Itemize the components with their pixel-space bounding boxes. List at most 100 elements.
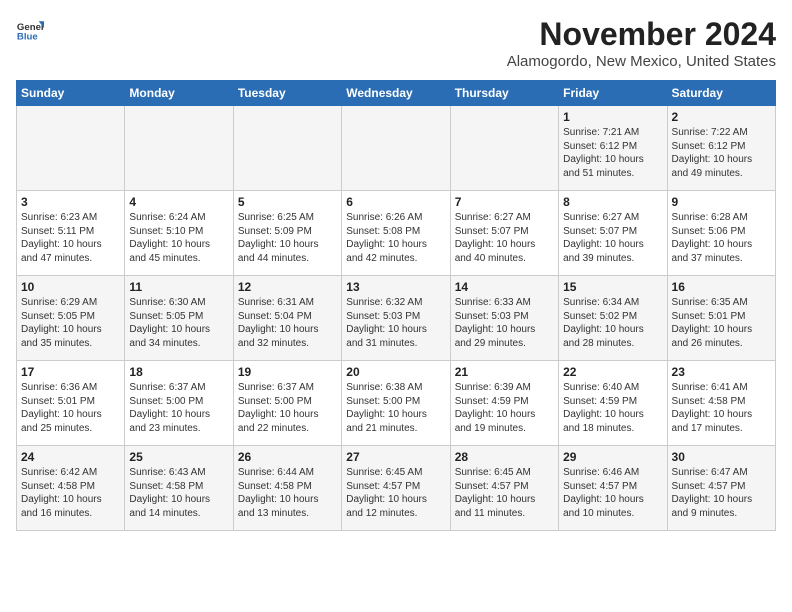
calendar-cell (233, 106, 341, 191)
day-info: Sunrise: 6:47 AM Sunset: 4:57 PM Dayligh… (672, 466, 771, 520)
calendar-cell: 30Sunrise: 6:47 AM Sunset: 4:57 PM Dayli… (667, 446, 775, 531)
day-number: 10 (21, 280, 120, 294)
day-info: Sunrise: 6:41 AM Sunset: 4:58 PM Dayligh… (672, 381, 771, 435)
calendar-cell: 18Sunrise: 6:37 AM Sunset: 5:00 PM Dayli… (125, 361, 233, 446)
calendar-cell: 16 Sunrise: 6:35 AM Sunset: 5:01 PM Dayli… (667, 276, 775, 361)
calendar-body: 1 Sunrise: 7:21 AM Sunset: 6:12 PM Daylig… (17, 106, 776, 531)
day-number: 14 (455, 280, 554, 294)
calendar-cell: 21 Sunrise: 6:39 AM Sunset: 4:59 PM Dayli… (450, 361, 558, 446)
day-info: Sunrise: 6:44 AM Sunset: 4:58 PM Dayligh… (238, 466, 337, 520)
header-row: SundayMondayTuesdayWednesdayThursdayFrid… (17, 81, 776, 106)
calendar-week-row: 24 Sunrise: 6:42 AM Sunset: 4:58 PM Dayli… (17, 446, 776, 531)
title-section: November 2024 Alamogordo, New Mexico, Un… (507, 16, 776, 70)
calendar-table: SundayMondayTuesdayWednesdayThursdayFrid… (16, 80, 776, 531)
calendar-cell: 8Sunrise: 6:27 AM Sunset: 5:07 PM Daylig… (559, 191, 667, 276)
day-info: Sunrise: 6:39 AM Sunset: 4:59 PM Dayligh… (455, 381, 554, 435)
general-blue-icon: General Blue (16, 16, 44, 44)
calendar-cell: 7 Sunrise: 6:27 AM Sunset: 5:07 PM Daylig… (450, 191, 558, 276)
day-number: 20 (346, 365, 445, 379)
day-number: 22 (563, 365, 662, 379)
day-number: 16 (672, 280, 771, 294)
calendar-cell: 11Sunrise: 6:30 AM Sunset: 5:05 PM Dayli… (125, 276, 233, 361)
day-of-week-header: Friday (559, 81, 667, 106)
day-number: 24 (21, 450, 120, 464)
day-info: Sunrise: 7:21 AM Sunset: 6:12 PM Dayligh… (563, 126, 662, 180)
calendar-cell: 20Sunrise: 6:38 AM Sunset: 5:00 PM Dayli… (342, 361, 450, 446)
day-of-week-header: Sunday (17, 81, 125, 106)
day-number: 26 (238, 450, 337, 464)
day-info: Sunrise: 6:32 AM Sunset: 5:03 PM Dayligh… (346, 296, 445, 350)
calendar-cell (125, 106, 233, 191)
day-info: Sunrise: 6:24 AM Sunset: 5:10 PM Dayligh… (129, 211, 228, 265)
day-info: Sunrise: 6:34 AM Sunset: 5:02 PM Dayligh… (563, 296, 662, 350)
day-number: 25 (129, 450, 228, 464)
calendar-cell: 19 Sunrise: 6:37 AM Sunset: 5:00 PM Dayli… (233, 361, 341, 446)
location-subtitle: Alamogordo, New Mexico, United States (507, 53, 776, 70)
day-number: 11 (129, 280, 228, 294)
day-info: Sunrise: 6:33 AM Sunset: 5:03 PM Dayligh… (455, 296, 554, 350)
day-number: 13 (346, 280, 445, 294)
day-info: Sunrise: 6:25 AM Sunset: 5:09 PM Dayligh… (238, 211, 337, 265)
day-info: Sunrise: 6:31 AM Sunset: 5:04 PM Dayligh… (238, 296, 337, 350)
day-of-week-header: Tuesday (233, 81, 341, 106)
day-info: Sunrise: 6:40 AM Sunset: 4:59 PM Dayligh… (563, 381, 662, 435)
day-number: 6 (346, 195, 445, 209)
day-info: Sunrise: 6:37 AM Sunset: 5:00 PM Dayligh… (238, 381, 337, 435)
calendar-cell: 12Sunrise: 6:31 AM Sunset: 5:04 PM Dayli… (233, 276, 341, 361)
day-number: 21 (455, 365, 554, 379)
calendar-cell: 14 Sunrise: 6:33 AM Sunset: 5:03 PM Dayli… (450, 276, 558, 361)
day-number: 3 (21, 195, 120, 209)
day-number: 1 (563, 110, 662, 124)
day-number: 23 (672, 365, 771, 379)
day-number: 4 (129, 195, 228, 209)
day-info: Sunrise: 6:45 AM Sunset: 4:57 PM Dayligh… (346, 466, 445, 520)
day-number: 9 (672, 195, 771, 209)
calendar-cell: 6 Sunrise: 6:26 AM Sunset: 5:08 PM Daylig… (342, 191, 450, 276)
calendar-cell: 25Sunrise: 6:43 AM Sunset: 4:58 PM Dayli… (125, 446, 233, 531)
day-of-week-header: Saturday (667, 81, 775, 106)
calendar-cell: 27 Sunrise: 6:45 AM Sunset: 4:57 PM Dayli… (342, 446, 450, 531)
day-of-week-header: Wednesday (342, 81, 450, 106)
day-info: Sunrise: 6:35 AM Sunset: 5:01 PM Dayligh… (672, 296, 771, 350)
day-info: Sunrise: 6:42 AM Sunset: 4:58 PM Dayligh… (21, 466, 120, 520)
calendar-cell: 17 Sunrise: 6:36 AM Sunset: 5:01 PM Dayli… (17, 361, 125, 446)
day-number: 17 (21, 365, 120, 379)
day-info: Sunrise: 6:46 AM Sunset: 4:57 PM Dayligh… (563, 466, 662, 520)
day-info: Sunrise: 6:36 AM Sunset: 5:01 PM Dayligh… (21, 381, 120, 435)
day-number: 19 (238, 365, 337, 379)
day-info: Sunrise: 6:28 AM Sunset: 5:06 PM Dayligh… (672, 211, 771, 265)
calendar-week-row: 1 Sunrise: 7:21 AM Sunset: 6:12 PM Daylig… (17, 106, 776, 191)
calendar-cell: 9 Sunrise: 6:28 AM Sunset: 5:06 PM Daylig… (667, 191, 775, 276)
calendar-cell: 15 Sunrise: 6:34 AM Sunset: 5:02 PM Dayli… (559, 276, 667, 361)
page-header: General Blue November 2024 Alamogordo, N… (16, 16, 776, 70)
day-info: Sunrise: 6:37 AM Sunset: 5:00 PM Dayligh… (129, 381, 228, 435)
calendar-cell: 1 Sunrise: 7:21 AM Sunset: 6:12 PM Daylig… (559, 106, 667, 191)
calendar-cell: 26 Sunrise: 6:44 AM Sunset: 4:58 PM Dayli… (233, 446, 341, 531)
calendar-week-row: 3 Sunrise: 6:23 AM Sunset: 5:11 PM Daylig… (17, 191, 776, 276)
day-info: Sunrise: 6:26 AM Sunset: 5:08 PM Dayligh… (346, 211, 445, 265)
calendar-cell: 22 Sunrise: 6:40 AM Sunset: 4:59 PM Dayli… (559, 361, 667, 446)
calendar-cell: 29 Sunrise: 6:46 AM Sunset: 4:57 PM Dayli… (559, 446, 667, 531)
calendar-week-row: 17 Sunrise: 6:36 AM Sunset: 5:01 PM Dayli… (17, 361, 776, 446)
day-info: Sunrise: 6:27 AM Sunset: 5:07 PM Dayligh… (455, 211, 554, 265)
day-number: 29 (563, 450, 662, 464)
svg-text:Blue: Blue (17, 32, 38, 43)
day-info: Sunrise: 6:29 AM Sunset: 5:05 PM Dayligh… (21, 296, 120, 350)
day-info: Sunrise: 6:45 AM Sunset: 4:57 PM Dayligh… (455, 466, 554, 520)
calendar-header: SundayMondayTuesdayWednesdayThursdayFrid… (17, 81, 776, 106)
calendar-cell: 5Sunrise: 6:25 AM Sunset: 5:09 PM Daylig… (233, 191, 341, 276)
day-of-week-header: Thursday (450, 81, 558, 106)
day-number: 27 (346, 450, 445, 464)
day-number: 8 (563, 195, 662, 209)
calendar-cell (17, 106, 125, 191)
calendar-cell (342, 106, 450, 191)
calendar-cell: 23 Sunrise: 6:41 AM Sunset: 4:58 PM Dayli… (667, 361, 775, 446)
day-number: 2 (672, 110, 771, 124)
month-title: November 2024 (507, 16, 776, 53)
day-number: 15 (563, 280, 662, 294)
day-of-week-header: Monday (125, 81, 233, 106)
calendar-cell: 2Sunrise: 7:22 AM Sunset: 6:12 PM Daylig… (667, 106, 775, 191)
calendar-cell (450, 106, 558, 191)
day-info: Sunrise: 6:23 AM Sunset: 5:11 PM Dayligh… (21, 211, 120, 265)
day-number: 7 (455, 195, 554, 209)
